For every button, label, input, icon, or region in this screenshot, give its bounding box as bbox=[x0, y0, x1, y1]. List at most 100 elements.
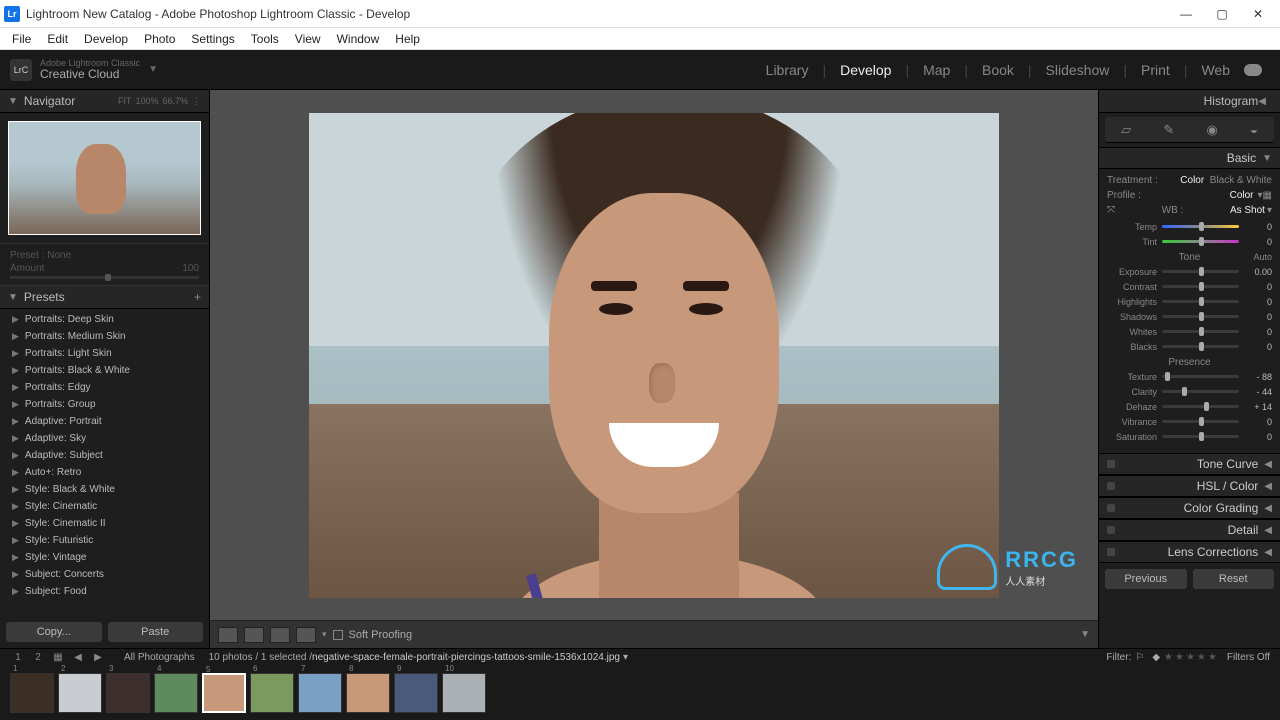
wb-value[interactable]: As Shot bbox=[1230, 205, 1265, 216]
slider-contrast[interactable]: Contrast0 bbox=[1107, 280, 1272, 293]
slider-track[interactable] bbox=[1162, 405, 1239, 408]
filmstrip-thumb[interactable]: 3 bbox=[106, 673, 150, 713]
section-toggle-icon[interactable] bbox=[1107, 504, 1115, 512]
filmstrip-thumb[interactable]: 5 bbox=[202, 673, 246, 713]
beforeafter-lr-button[interactable] bbox=[244, 627, 264, 643]
section-hsl-color[interactable]: HSL / Color◀ bbox=[1099, 475, 1280, 497]
filters-off[interactable]: Filters Off bbox=[1227, 652, 1270, 663]
slider-knob[interactable] bbox=[1204, 402, 1209, 411]
profile-value[interactable]: Color bbox=[1230, 190, 1254, 201]
slider-knob[interactable] bbox=[1182, 387, 1187, 396]
slider-clarity[interactable]: Clarity- 44 bbox=[1107, 385, 1272, 398]
mask-tool-icon[interactable]: ◒ bbox=[1250, 122, 1258, 137]
preset-item[interactable]: ▶Subject: Food bbox=[8, 583, 201, 600]
slider-track[interactable] bbox=[1162, 300, 1239, 303]
slider-track[interactable] bbox=[1162, 315, 1239, 318]
menu-help[interactable]: Help bbox=[387, 32, 428, 46]
section-toggle-icon[interactable] bbox=[1107, 482, 1115, 490]
menu-settings[interactable]: Settings bbox=[183, 32, 242, 46]
section-detail[interactable]: Detail◀ bbox=[1099, 519, 1280, 541]
grid1-button[interactable]: 1 bbox=[10, 652, 26, 664]
slider-track[interactable] bbox=[1162, 330, 1239, 333]
slider-track[interactable] bbox=[1162, 345, 1239, 348]
filter-flag-icon[interactable]: ⚐ bbox=[1135, 652, 1144, 663]
add-preset-icon[interactable]: + bbox=[194, 290, 201, 304]
preset-item[interactable]: ▶Style: Cinematic II bbox=[8, 515, 201, 532]
menu-tools[interactable]: Tools bbox=[243, 32, 287, 46]
preset-item[interactable]: ▶Portraits: Black & White bbox=[8, 362, 201, 379]
zoom-fit[interactable]: FIT bbox=[118, 96, 132, 106]
navigator-preview[interactable] bbox=[0, 113, 209, 243]
amount-slider[interactable] bbox=[10, 276, 199, 279]
redeye-tool-icon[interactable]: ◉ bbox=[1206, 122, 1217, 138]
cloud-sync-icon[interactable] bbox=[1244, 64, 1262, 76]
menu-edit[interactable]: Edit bbox=[39, 32, 76, 46]
beforeafter-tb-button[interactable] bbox=[270, 627, 290, 643]
module-library[interactable]: Library bbox=[766, 62, 809, 78]
filmstrip-thumb[interactable]: 1 bbox=[10, 673, 54, 713]
preset-item[interactable]: ▶Style: Vintage bbox=[8, 549, 201, 566]
reset-button[interactable]: Reset bbox=[1193, 569, 1275, 589]
module-web[interactable]: Web bbox=[1201, 62, 1230, 78]
slider-shadows[interactable]: Shadows0 bbox=[1107, 310, 1272, 323]
module-print[interactable]: Print bbox=[1141, 62, 1170, 78]
close-button[interactable]: ✕ bbox=[1240, 0, 1276, 28]
slider-vibrance[interactable]: Vibrance0 bbox=[1107, 415, 1272, 428]
slider-dehaze[interactable]: Dehaze+ 14 bbox=[1107, 400, 1272, 413]
module-book[interactable]: Book bbox=[982, 62, 1014, 78]
preset-item[interactable]: ▶Adaptive: Sky bbox=[8, 430, 201, 447]
slider-knob[interactable] bbox=[1199, 297, 1204, 306]
zoom-100[interactable]: 100% bbox=[135, 96, 158, 106]
treatment-bw[interactable]: Black & White bbox=[1210, 175, 1272, 186]
slider-knob[interactable] bbox=[1199, 222, 1204, 231]
preset-item[interactable]: ▶Style: Black & White bbox=[8, 481, 201, 498]
module-slideshow[interactable]: Slideshow bbox=[1046, 62, 1110, 78]
preset-item[interactable]: ▶Style: Futuristic bbox=[8, 532, 201, 549]
slider-texture[interactable]: Texture- 88 bbox=[1107, 370, 1272, 383]
auto-button[interactable]: Auto bbox=[1253, 252, 1272, 262]
preset-item[interactable]: ▶Subject: Concerts bbox=[8, 566, 201, 583]
slider-exposure[interactable]: Exposure0.00 bbox=[1107, 265, 1272, 278]
paste-button[interactable]: Paste bbox=[108, 622, 204, 642]
menu-file[interactable]: File bbox=[4, 32, 39, 46]
slider-knob[interactable] bbox=[1199, 267, 1204, 276]
preset-item[interactable]: ▶Adaptive: Subject bbox=[8, 447, 201, 464]
preset-item[interactable]: ▶Portraits: Edgy bbox=[8, 379, 201, 396]
filename-menu-icon[interactable]: ▾ bbox=[623, 652, 628, 663]
section-toggle-icon[interactable] bbox=[1107, 460, 1115, 468]
wb-picker-icon[interactable]: ⤧ bbox=[1107, 205, 1115, 216]
slider-track[interactable] bbox=[1162, 375, 1239, 378]
zoom-menu-icon[interactable]: ⋮ bbox=[192, 96, 201, 107]
slider-highlights[interactable]: Highlights0 bbox=[1107, 295, 1272, 308]
histogram-header[interactable]: Histogram ◀ bbox=[1099, 90, 1280, 113]
slider-knob[interactable] bbox=[1199, 327, 1204, 336]
slider-track[interactable] bbox=[1162, 270, 1239, 273]
grid2-button[interactable]: 2 bbox=[30, 652, 46, 664]
heal-tool-icon[interactable]: ✎ bbox=[1163, 122, 1174, 138]
slider-knob[interactable] bbox=[1165, 372, 1170, 381]
slider-track[interactable] bbox=[1162, 435, 1239, 438]
profile-browser-icon[interactable]: ▦ bbox=[1263, 190, 1272, 201]
slider-temp[interactable]: Temp0 bbox=[1107, 220, 1272, 233]
preset-item[interactable]: ▶Portraits: Light Skin bbox=[8, 345, 201, 362]
slider-knob[interactable] bbox=[1199, 282, 1204, 291]
previous-button[interactable]: Previous bbox=[1105, 569, 1187, 589]
filmstrip-thumb[interactable]: 4 bbox=[154, 673, 198, 713]
slider-knob[interactable] bbox=[1199, 432, 1204, 441]
preset-item[interactable]: ▶Style: Cinematic bbox=[8, 498, 201, 515]
menu-develop[interactable]: Develop bbox=[76, 32, 136, 46]
filmstrip-thumb[interactable]: 9 bbox=[394, 673, 438, 713]
grid-icon[interactable]: ▦ bbox=[50, 652, 66, 664]
source-label[interactable]: All Photographs bbox=[124, 652, 195, 663]
filmstrip-thumb[interactable]: 2 bbox=[58, 673, 102, 713]
basic-header[interactable]: Basic ▼ bbox=[1099, 147, 1280, 169]
slider-tint[interactable]: Tint0 bbox=[1107, 235, 1272, 248]
zoom-alt[interactable]: 66.7% bbox=[162, 96, 188, 106]
preset-item[interactable]: ▶Adaptive: Portrait bbox=[8, 413, 201, 430]
preset-item[interactable]: ▶Portraits: Deep Skin bbox=[8, 311, 201, 328]
view-menu-icon[interactable]: ▾ bbox=[322, 629, 327, 640]
presets-header[interactable]: ▼ Presets + bbox=[0, 286, 209, 309]
slider-knob[interactable] bbox=[1199, 342, 1204, 351]
section-toggle-icon[interactable] bbox=[1107, 526, 1115, 534]
wb-menu-icon[interactable]: ▾ bbox=[1267, 205, 1272, 216]
